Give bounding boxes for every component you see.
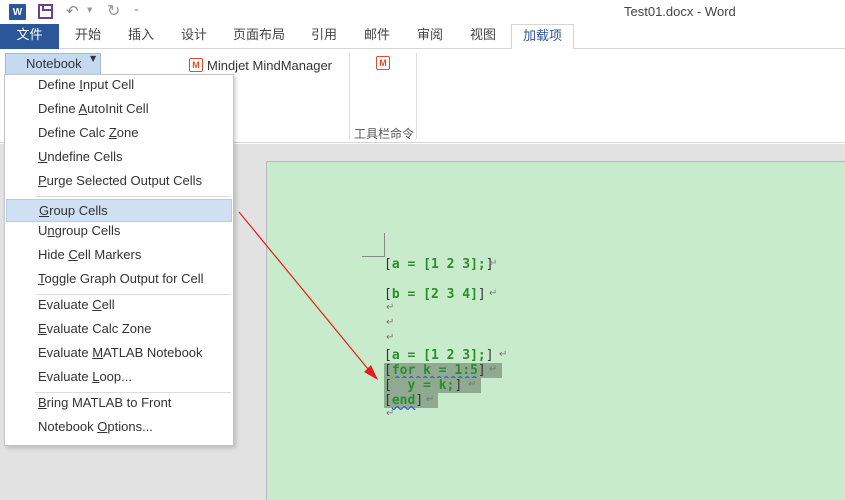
- menu-item-undefine-cells[interactable]: Undefine Cells: [6, 149, 232, 172]
- document-page[interactable]: [266, 161, 845, 500]
- notebook-menu-button[interactable]: Notebook ▼: [5, 53, 101, 75]
- word-icon[interactable]: W: [9, 4, 26, 20]
- menu-item-notebook-options[interactable]: Notebook Options...: [6, 419, 232, 442]
- menu-item-define-input-cell[interactable]: Define Input Cell: [6, 77, 232, 100]
- menu-item-toggle-graph-output-for-cell[interactable]: Toggle Graph Output for Cell: [6, 271, 232, 294]
- tab-references[interactable]: 引用: [299, 24, 349, 49]
- menu-item-evaluate-cell[interactable]: Evaluate Cell: [6, 297, 232, 320]
- menu-separator: [35, 392, 231, 393]
- mindjet-icon: M: [189, 58, 203, 72]
- menu-item-purge-selected-output-cells[interactable]: Purge Selected Output Cells: [6, 173, 232, 196]
- mindmanager-label: Mindjet MindManager: [207, 57, 333, 73]
- paragraph-mark: ↵: [489, 364, 498, 375]
- code-line[interactable]: [b = [2 3 4]]: [384, 287, 486, 302]
- grouped-code-line[interactable]: [ y = k;]: [384, 378, 481, 393]
- for-keyword: for k = 1:5: [391, 363, 478, 378]
- paragraph-mark: ↵: [468, 379, 477, 390]
- window-title: Test01.docx - Word: [624, 4, 736, 19]
- notebook-label: Notebook: [26, 56, 82, 71]
- code-line[interactable]: [a = [1 2 3];]: [384, 348, 494, 363]
- tab-file[interactable]: 文件: [0, 24, 59, 49]
- undo-icon[interactable]: ↶: [66, 2, 79, 20]
- menu-item-define-calc-zone[interactable]: Define Calc Zone: [6, 125, 232, 148]
- tab-review[interactable]: 审阅: [405, 24, 455, 49]
- grouped-code-line[interactable]: [for k = 1:5]: [384, 363, 502, 378]
- tab-add-ins[interactable]: 加载项: [511, 24, 574, 50]
- tab-page-layout[interactable]: 页面布局: [226, 24, 292, 49]
- tab-mailings[interactable]: 邮件: [352, 24, 402, 49]
- paragraph-mark: ↵: [386, 332, 395, 343]
- ribbon-tabs: 文件 开始 插入 设计 页面布局 引用 邮件 审阅 视图 加载项: [0, 24, 845, 50]
- menu-separator: [35, 196, 231, 197]
- tab-insert[interactable]: 插入: [116, 24, 166, 49]
- paragraph-mark: ↵: [426, 394, 435, 405]
- tab-home[interactable]: 开始: [63, 24, 113, 49]
- paragraph-mark: ↵: [386, 317, 395, 328]
- menu-item-evaluate-loop[interactable]: Evaluate Loop...: [6, 369, 232, 392]
- undo-dropdown-icon[interactable]: ▼: [87, 6, 92, 14]
- mindjet-toolbar-icon[interactable]: M: [376, 56, 390, 70]
- paragraph-mark: ↵: [386, 302, 395, 313]
- paragraph-mark: ↵: [499, 349, 508, 360]
- paragraph-mark: ↵: [489, 258, 498, 269]
- paragraph-mark: ↵: [386, 408, 395, 419]
- mindmanager-button[interactable]: M Mindjet MindManager: [189, 56, 332, 74]
- save-icon[interactable]: [38, 4, 53, 19]
- code-line[interactable]: [a = [1 2 3];]: [384, 257, 494, 272]
- menu-separator: [35, 294, 231, 295]
- ribbon-divider: [416, 53, 417, 139]
- menu-item-ungroup-cells[interactable]: Ungroup Cells: [6, 223, 232, 246]
- menu-item-bring-matlab-to-front[interactable]: Bring MATLAB to Front: [6, 395, 232, 418]
- paragraph-mark: ↵: [489, 288, 498, 299]
- title-bar: W ↶ ▼ ↻ ₌ Test01.docx - Word: [0, 0, 845, 24]
- menu-item-group-cells[interactable]: Group Cells: [6, 199, 232, 222]
- menu-item-hide-cell-markers[interactable]: Hide Cell Markers: [6, 247, 232, 270]
- toolbar-commands-group-label: 工具栏命令: [354, 127, 415, 141]
- chevron-down-icon: ▼: [90, 54, 97, 63]
- menu-item-define-autoinit-cell[interactable]: Define AutoInit Cell: [6, 101, 232, 124]
- crop-mark: [384, 233, 385, 257]
- menu-item-evaluate-matlab-notebook[interactable]: Evaluate MATLAB Notebook: [6, 345, 232, 368]
- menu-item-evaluate-calc-zone[interactable]: Evaluate Calc Zone: [6, 321, 232, 344]
- ribbon-divider: [349, 53, 350, 139]
- tab-design[interactable]: 设计: [169, 24, 219, 49]
- tab-view[interactable]: 视图: [458, 24, 508, 49]
- redo-icon[interactable]: ↻: [107, 1, 120, 20]
- customize-quick-access-icon[interactable]: ₌: [134, 5, 139, 15]
- word-window: W ↶ ▼ ↻ ₌ Test01.docx - Word 文件 开始 插入 设计…: [0, 0, 845, 500]
- crop-mark: [362, 256, 385, 257]
- notebook-dropdown-menu: Define Input Cell Define AutoInit Cell Def…: [4, 74, 234, 446]
